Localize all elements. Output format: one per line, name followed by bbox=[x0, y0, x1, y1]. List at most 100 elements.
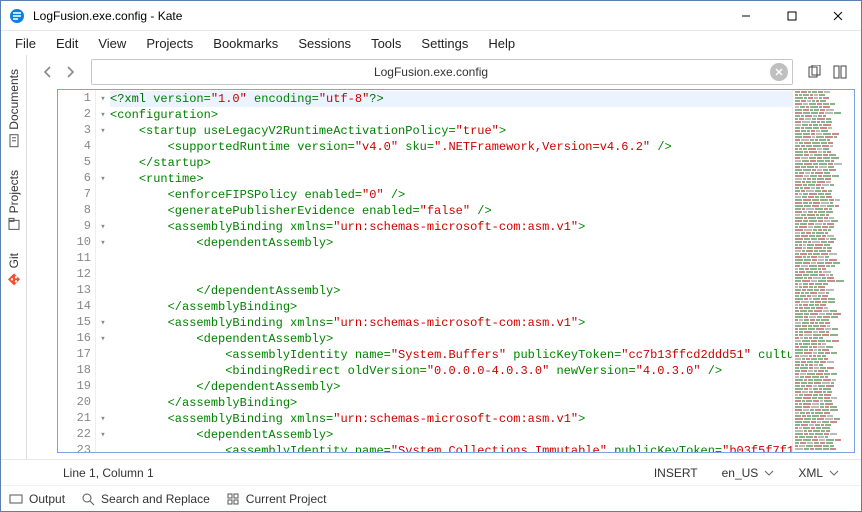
line-number[interactable]: 7 bbox=[58, 187, 95, 203]
line-number[interactable]: 3 bbox=[58, 123, 95, 139]
code-line[interactable]: <dependentAssembly> bbox=[110, 427, 792, 443]
split-view-button[interactable] bbox=[831, 63, 849, 81]
line-number[interactable]: 1 bbox=[58, 91, 95, 107]
code-area[interactable]: <?xml version="1.0" encoding="utf-8"?><c… bbox=[110, 90, 792, 452]
fold-marker[interactable] bbox=[96, 347, 110, 363]
maximize-button[interactable] bbox=[769, 1, 815, 31]
code-line[interactable]: <dependentAssembly> bbox=[110, 331, 792, 347]
status-position[interactable]: Line 1, Column 1 bbox=[11, 466, 166, 480]
menu-file[interactable]: File bbox=[5, 33, 46, 54]
fold-marker[interactable] bbox=[96, 395, 110, 411]
fold-marker[interactable]: ▾ bbox=[96, 315, 110, 331]
line-number[interactable]: 17 bbox=[58, 347, 95, 363]
fold-marker[interactable] bbox=[96, 299, 110, 315]
rail-projects[interactable]: Projects bbox=[5, 160, 23, 241]
line-number[interactable]: 18 bbox=[58, 363, 95, 379]
fold-column[interactable]: ▾▾▾▾▾▾▾▾▾▾ bbox=[96, 90, 110, 452]
fold-marker[interactable] bbox=[96, 203, 110, 219]
code-line[interactable]: </startup> bbox=[110, 155, 792, 171]
menu-projects[interactable]: Projects bbox=[136, 33, 203, 54]
menu-bookmarks[interactable]: Bookmarks bbox=[203, 33, 288, 54]
line-number[interactable]: 23 bbox=[58, 443, 95, 453]
line-number[interactable]: 22 bbox=[58, 427, 95, 443]
fold-marker[interactable] bbox=[96, 251, 110, 267]
fold-marker[interactable] bbox=[96, 443, 110, 453]
line-number[interactable]: 12 bbox=[58, 267, 95, 283]
line-number-gutter[interactable]: 123456789101112131415161718192021222324 bbox=[58, 90, 96, 452]
code-line[interactable]: <enforceFIPSPolicy enabled="0" /> bbox=[110, 187, 792, 203]
panel-search-and-replace[interactable]: Search and Replace bbox=[81, 492, 210, 506]
code-line[interactable]: <assemblyBinding xmlns="urn:schemas-micr… bbox=[110, 315, 792, 331]
minimize-button[interactable] bbox=[723, 1, 769, 31]
status-locale[interactable]: en_US bbox=[710, 466, 787, 480]
line-number[interactable]: 15 bbox=[58, 315, 95, 331]
fold-marker[interactable]: ▾ bbox=[96, 219, 110, 235]
line-number[interactable]: 13 bbox=[58, 283, 95, 299]
fold-marker[interactable] bbox=[96, 363, 110, 379]
nav-forward-button[interactable] bbox=[59, 60, 81, 84]
fold-marker[interactable]: ▾ bbox=[96, 411, 110, 427]
menu-sessions[interactable]: Sessions bbox=[288, 33, 361, 54]
panel-output[interactable]: Output bbox=[9, 492, 65, 506]
line-number[interactable]: 5 bbox=[58, 155, 95, 171]
fold-marker[interactable] bbox=[96, 139, 110, 155]
code-line[interactable]: </assemblyBinding> bbox=[110, 299, 792, 315]
fold-marker[interactable]: ▾ bbox=[96, 91, 110, 107]
line-number[interactable]: 2 bbox=[58, 107, 95, 123]
fold-marker[interactable]: ▾ bbox=[96, 171, 110, 187]
line-number[interactable]: 10 bbox=[58, 235, 95, 251]
close-button[interactable] bbox=[815, 1, 861, 31]
line-number[interactable]: 21 bbox=[58, 411, 95, 427]
line-number[interactable]: 4 bbox=[58, 139, 95, 155]
code-line[interactable]: <assemblyBinding xmlns="urn:schemas-micr… bbox=[110, 411, 792, 427]
status-language[interactable]: XML bbox=[786, 466, 851, 480]
tab-close-button[interactable] bbox=[770, 63, 788, 81]
menu-view[interactable]: View bbox=[88, 33, 136, 54]
rail-git[interactable]: Git bbox=[5, 243, 23, 296]
status-mode[interactable]: INSERT bbox=[642, 466, 710, 480]
menu-tools[interactable]: Tools bbox=[361, 33, 411, 54]
menu-help[interactable]: Help bbox=[478, 33, 525, 54]
tab-current-file[interactable]: LogFusion.exe.config bbox=[91, 59, 793, 85]
code-line[interactable]: </dependentAssembly> bbox=[110, 283, 792, 299]
fold-marker[interactable]: ▾ bbox=[96, 427, 110, 443]
rail-documents[interactable]: Documents bbox=[5, 59, 23, 158]
code-line[interactable]: <?xml version="1.0" encoding="utf-8"?> bbox=[110, 91, 792, 107]
code-line[interactable]: <dependentAssembly> bbox=[110, 235, 792, 251]
fold-marker[interactable] bbox=[96, 267, 110, 283]
line-number[interactable]: 9 bbox=[58, 219, 95, 235]
code-line[interactable]: <supportedRuntime version="v4.0" sku=".N… bbox=[110, 139, 792, 155]
titlebar[interactable]: LogFusion.exe.config - Kate bbox=[1, 1, 861, 31]
menu-edit[interactable]: Edit bbox=[46, 33, 88, 54]
code-line[interactable]: <bindingRedirect oldVersion="0.0.0.0-4.0… bbox=[110, 363, 792, 379]
fold-marker[interactable] bbox=[96, 379, 110, 395]
line-number[interactable]: 19 bbox=[58, 379, 95, 395]
fold-marker[interactable]: ▾ bbox=[96, 235, 110, 251]
minimap[interactable] bbox=[792, 90, 854, 452]
line-number[interactable]: 14 bbox=[58, 299, 95, 315]
code-line[interactable]: <startup useLegacyV2RuntimeActivationPol… bbox=[110, 123, 792, 139]
line-number[interactable]: 20 bbox=[58, 395, 95, 411]
code-line[interactable]: <assemblyIdentity name="System.Buffers" … bbox=[110, 347, 792, 363]
code-line[interactable]: <assemblyBinding xmlns="urn:schemas-micr… bbox=[110, 219, 792, 235]
code-line[interactable]: </assemblyBinding> bbox=[110, 395, 792, 411]
fold-marker[interactable]: ▾ bbox=[96, 123, 110, 139]
fold-marker[interactable]: ▾ bbox=[96, 107, 110, 123]
fold-marker[interactable] bbox=[96, 187, 110, 203]
nav-back-button[interactable] bbox=[37, 60, 59, 84]
code-line[interactable] bbox=[110, 251, 792, 267]
line-number[interactable]: 16 bbox=[58, 331, 95, 347]
fold-marker[interactable] bbox=[96, 283, 110, 299]
code-line[interactable]: </dependentAssembly> bbox=[110, 379, 792, 395]
line-number[interactable]: 11 bbox=[58, 251, 95, 267]
code-line[interactable] bbox=[110, 267, 792, 283]
code-line[interactable]: <configuration> bbox=[110, 107, 792, 123]
fold-marker[interactable]: ▾ bbox=[96, 331, 110, 347]
menu-settings[interactable]: Settings bbox=[411, 33, 478, 54]
line-number[interactable]: 6 bbox=[58, 171, 95, 187]
panel-current-project[interactable]: Current Project bbox=[226, 492, 327, 506]
editor[interactable]: 123456789101112131415161718192021222324 … bbox=[57, 89, 855, 453]
fold-marker[interactable] bbox=[96, 155, 110, 171]
code-line[interactable]: <assemblyIdentity name="System.Collectio… bbox=[110, 443, 792, 452]
copy-button[interactable] bbox=[805, 63, 823, 81]
